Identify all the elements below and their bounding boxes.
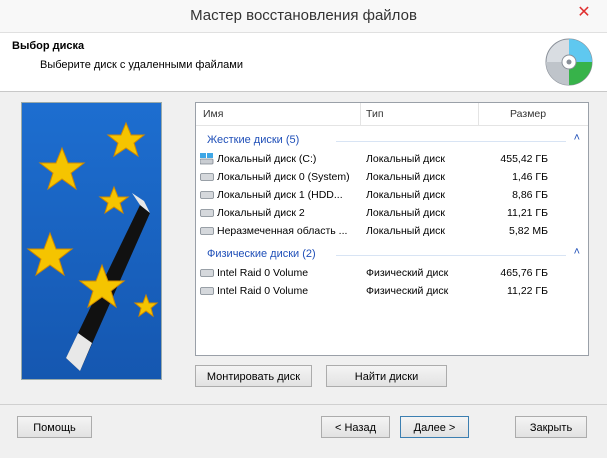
close-button[interactable]: Закрыть: [515, 416, 587, 438]
drive-icon: [200, 287, 214, 295]
disk-type: Физический диск: [366, 267, 449, 279]
drive-icon: [200, 173, 214, 181]
list-item[interactable]: Неразмеченная область ... Локальный диск…: [196, 222, 588, 240]
group-label: Физические диски (2): [207, 248, 316, 260]
disk-type: Физический диск: [366, 285, 449, 297]
next-button[interactable]: Далее >: [400, 416, 469, 438]
disk-type: Локальный диск: [366, 189, 445, 201]
disk-name: Intel Raid 0 Volume: [217, 285, 309, 297]
footer-divider: [0, 404, 607, 405]
disk-size: 5,82 МБ: [509, 225, 548, 237]
disk-size: 11,22 ГБ: [507, 285, 548, 297]
window-title: Мастер восстановления файлов: [190, 7, 417, 24]
column-size[interactable]: Размер: [510, 108, 546, 120]
disk-name: Локальный диск (C:): [217, 153, 317, 165]
column-divider[interactable]: [360, 103, 361, 125]
list-item[interactable]: Локальный диск 1 (HDD... Локальный диск …: [196, 186, 588, 204]
disk-recovery-icon: [545, 38, 593, 86]
help-button[interactable]: Помощь: [17, 416, 92, 438]
list-item[interactable]: Локальный диск (C:) Локальный диск 455,4…: [196, 150, 588, 168]
group-hard-disks[interactable]: Жесткие диски (5) ˄: [196, 132, 588, 149]
list-item[interactable]: Локальный диск 0 (System) Локальный диск…: [196, 168, 588, 186]
system-drive-icon: [200, 153, 214, 165]
group-label: Жесткие диски (5): [207, 134, 300, 146]
wizard-header: Выбор диска Выберите диск с удаленными ф…: [0, 33, 607, 92]
list-item[interactable]: Intel Raid 0 Volume Физический диск 465,…: [196, 264, 588, 282]
column-type[interactable]: Тип: [366, 108, 384, 120]
drive-icon: [200, 209, 214, 217]
disk-type: Локальный диск: [366, 207, 445, 219]
find-disks-button[interactable]: Найти диски: [326, 365, 447, 387]
disk-type: Локальный диск: [366, 171, 445, 183]
step-title: Выбор диска: [12, 40, 85, 52]
column-divider[interactable]: [478, 103, 479, 125]
disk-name: Локальный диск 1 (HDD...: [217, 189, 343, 201]
list-item[interactable]: Локальный диск 2 Локальный диск 11,21 ГБ: [196, 204, 588, 222]
list-item[interactable]: Intel Raid 0 Volume Физический диск 11,2…: [196, 282, 588, 300]
column-header-row: Имя Тип Размер: [196, 103, 588, 126]
disk-size: 465,76 ГБ: [500, 267, 548, 279]
drive-icon: [200, 191, 214, 199]
close-window-button[interactable]: ✕: [571, 3, 597, 23]
group-physical-disks[interactable]: Физические диски (2) ˄: [196, 246, 588, 263]
disk-size: 11,21 ГБ: [507, 207, 548, 219]
magic-wand-stars-icon: [21, 102, 162, 380]
wizard-body: Имя Тип Размер Жесткие диски (5) ˄ Локал…: [0, 92, 607, 458]
disk-list[interactable]: Имя Тип Размер Жесткие диски (5) ˄ Локал…: [195, 102, 589, 356]
mount-disk-button[interactable]: Монтировать диск: [195, 365, 312, 387]
back-button[interactable]: < Назад: [321, 416, 390, 438]
disk-size: 1,46 ГБ: [512, 171, 548, 183]
disk-name: Локальный диск 0 (System): [217, 171, 350, 183]
disk-name: Локальный диск 2: [217, 207, 305, 219]
column-name[interactable]: Имя: [203, 108, 223, 120]
disk-name: Intel Raid 0 Volume: [217, 267, 309, 279]
collapse-icon[interactable]: ˄: [574, 246, 580, 258]
disk-name: Неразмеченная область ...: [217, 225, 348, 237]
disk-type: Локальный диск: [366, 225, 445, 237]
disk-size: 8,86 ГБ: [512, 189, 548, 201]
group-divider: [336, 255, 566, 256]
disk-type: Локальный диск: [366, 153, 445, 165]
step-subtitle: Выберите диск с удаленными файлами: [40, 59, 243, 71]
group-divider: [336, 141, 566, 142]
collapse-icon[interactable]: ˄: [574, 132, 580, 144]
title-bar: Мастер восстановления файлов ✕: [0, 0, 607, 33]
disk-size: 455,42 ГБ: [500, 153, 548, 165]
drive-icon: [200, 227, 214, 235]
drive-icon: [200, 269, 214, 277]
